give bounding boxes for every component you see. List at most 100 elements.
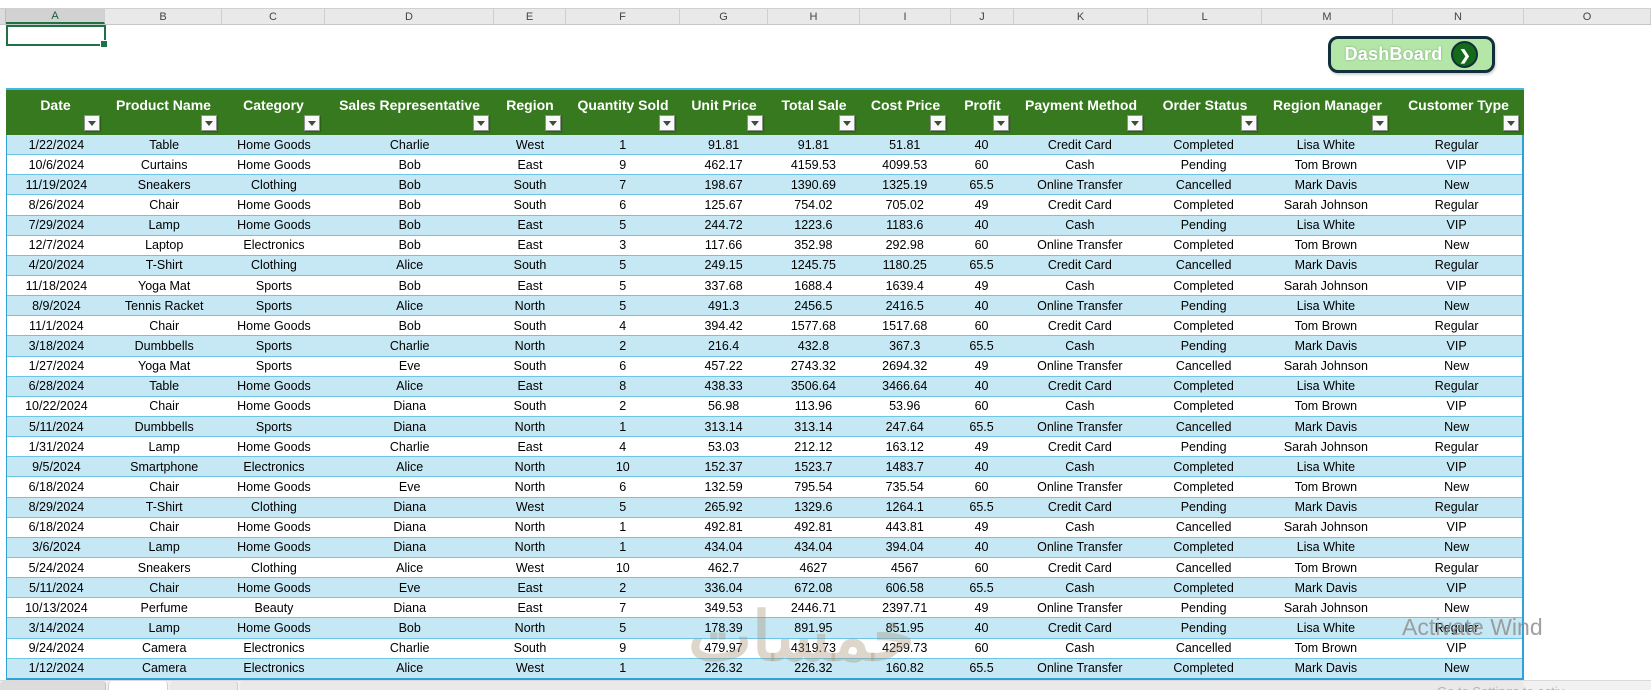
column-header-k[interactable]: K [1014,9,1148,24]
table-cell[interactable]: West [494,498,566,517]
table-cell[interactable]: 1/12/2024 [7,659,106,678]
table-cell[interactable]: 1390.69 [768,175,860,194]
table-cell[interactable]: 11/19/2024 [7,175,106,194]
table-cell[interactable]: 5/11/2024 [7,417,106,436]
table-cell[interactable]: 457.22 [680,357,768,376]
table-cell[interactable]: 265.92 [680,498,768,517]
table-cell[interactable]: Cancelled [1147,558,1261,577]
table-cell[interactable]: Home Goods [223,316,326,335]
table-cell[interactable]: 337.68 [680,276,768,295]
table-cell[interactable]: 226.32 [680,659,768,678]
table-cell[interactable]: South [494,639,566,658]
column-header-n[interactable]: N [1393,9,1524,24]
table-cell[interactable]: 443.81 [859,518,950,537]
table-cell[interactable]: VIP [1391,457,1522,476]
table-cell[interactable]: 49 [950,195,1013,214]
table-cell[interactable]: 6/18/2024 [7,518,106,537]
table-cell[interactable]: 434.04 [680,538,768,557]
filter-dropdown-icon[interactable] [930,115,946,131]
table-cell[interactable]: New [1391,296,1522,315]
table-cell[interactable]: Cancelled [1147,518,1261,537]
table-cell[interactable]: 40 [950,457,1013,476]
table-cell[interactable]: Lamp [106,437,223,456]
table-cell[interactable]: 4 [566,437,680,456]
table-cell[interactable]: 2416.5 [859,296,950,315]
table-cell[interactable]: North [494,618,566,637]
table-cell[interactable]: East [494,236,566,255]
table-cell[interactable]: Completed [1147,316,1261,335]
table-cell[interactable]: 394.42 [680,316,768,335]
filter-dropdown-icon[interactable] [1241,115,1257,131]
table-cell[interactable]: 40 [950,377,1013,396]
table-cell[interactable]: 226.32 [768,659,860,678]
table-cell[interactable]: 244.72 [680,216,768,235]
table-cell[interactable]: Cash [1013,397,1147,416]
table-cell[interactable]: Completed [1147,578,1261,597]
table-cell[interactable]: Regular [1391,618,1522,637]
table-cell[interactable]: Eve [325,578,494,597]
table-cell[interactable]: Regular [1391,195,1522,214]
table-cell[interactable]: 367.3 [859,336,950,355]
table-cell[interactable]: Lisa White [1261,296,1392,315]
table-cell[interactable]: 462.7 [680,558,768,577]
table-cell[interactable]: 1325.19 [859,175,950,194]
table-cell[interactable]: 198.67 [680,175,768,194]
sheet-tab-area[interactable] [240,681,1524,690]
table-cell[interactable]: 3/14/2024 [7,618,106,637]
table-cell[interactable]: Diana [325,417,494,436]
table-cell[interactable]: 8 [566,377,680,396]
table-cell[interactable]: Credit Card [1013,618,1147,637]
table-cell[interactable]: South [494,316,566,335]
table-cell[interactable]: Sports [223,276,326,295]
table-cell[interactable]: VIP [1391,276,1522,295]
table-cell[interactable]: North [494,336,566,355]
table-cell[interactable]: Cancelled [1147,639,1261,658]
table-cell[interactable]: Online Transfer [1013,538,1147,557]
table-cell[interactable]: New [1391,417,1522,436]
table-cell[interactable]: 9 [566,155,680,174]
table-cell[interactable]: Home Goods [223,155,326,174]
table-cell[interactable]: 1 [566,417,680,436]
table-cell[interactable]: New [1391,357,1522,376]
table-cell[interactable]: 10/6/2024 [7,155,106,174]
column-header-j[interactable]: J [951,9,1014,24]
table-cell[interactable]: West [494,659,566,678]
table-cell[interactable]: Online Transfer [1013,175,1147,194]
table-cell[interactable]: Completed [1147,659,1261,678]
filter-dropdown-icon[interactable] [993,115,1009,131]
table-cell[interactable]: Cancelled [1147,256,1261,275]
table-cell[interactable]: 1329.6 [768,498,860,517]
column-header-o[interactable]: O [1524,9,1651,24]
table-cell[interactable]: Alice [325,377,494,396]
table-cell[interactable]: Chair [106,316,223,335]
table-cell[interactable]: 9/5/2024 [7,457,106,476]
table-cell[interactable]: Diana [325,538,494,557]
filter-dropdown-icon[interactable] [84,115,100,131]
table-cell[interactable]: South [494,175,566,194]
table-cell[interactable]: Charlie [325,639,494,658]
table-cell[interactable]: Mark Davis [1261,659,1392,678]
table-cell[interactable]: 349.53 [680,598,768,617]
table-cell[interactable]: Laptop [106,236,223,255]
table-cell[interactable]: 7/29/2024 [7,216,106,235]
table-cell[interactable]: Online Transfer [1013,477,1147,496]
table-cell[interactable]: 10 [566,558,680,577]
column-header-e[interactable]: E [494,9,566,24]
sheet-tab-active[interactable] [108,681,168,690]
table-cell[interactable]: Home Goods [223,538,326,557]
table-cell[interactable]: 60 [950,155,1013,174]
table-cell[interactable]: 8/29/2024 [7,498,106,517]
filter-dropdown-icon[interactable] [1503,115,1519,131]
table-cell[interactable]: South [494,195,566,214]
table-cell[interactable]: Sarah Johnson [1261,437,1392,456]
table-cell[interactable]: Alice [325,256,494,275]
table-cell[interactable]: Charlie [325,336,494,355]
table-cell[interactable]: 2 [566,397,680,416]
table-cell[interactable]: 1 [566,135,680,154]
table-cell[interactable]: Table [106,377,223,396]
table-cell[interactable]: 91.81 [680,135,768,154]
table-cell[interactable]: Pending [1147,296,1261,315]
dashboard-button[interactable]: DashBoard ❯ [1328,36,1495,73]
table-cell[interactable]: Sneakers [106,175,223,194]
table-cell[interactable]: 735.54 [859,477,950,496]
